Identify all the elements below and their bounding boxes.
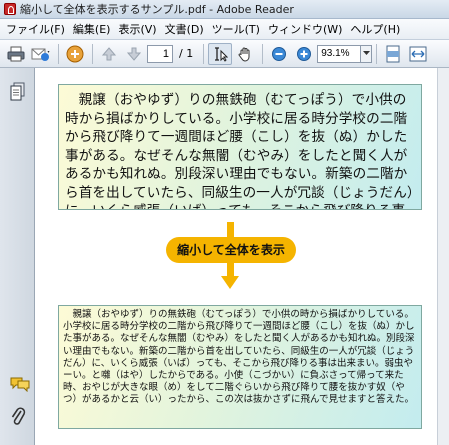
toolbar-separator	[262, 43, 264, 64]
comments-icon[interactable]	[10, 376, 30, 395]
toolbar-separator	[376, 43, 378, 64]
printer-icon[interactable]	[4, 43, 28, 65]
menu-tools[interactable]: ツール(T)	[208, 21, 264, 37]
create-pdf-icon[interactable]	[63, 43, 87, 65]
menu-window[interactable]: ウィンドウ(W)	[264, 21, 346, 37]
zoom-level-input[interactable]	[317, 44, 362, 63]
chevron-down-icon	[362, 51, 370, 55]
vertical-scrollbar[interactable]	[437, 68, 449, 445]
adobe-reader-icon	[4, 3, 16, 15]
page-number-input[interactable]	[147, 44, 173, 63]
text-panel-original: 親譲（おやゆず）りの無鉄砲（むてっぽう）で小供の時から損ばかりしている。小学校に…	[58, 84, 422, 210]
document-text-shrunk: 親譲（おやゆず）りの無鉄砲（むてっぽう）で小供の時から損ばかりしている。小学校に…	[63, 309, 415, 406]
toolbar: / 1	[0, 40, 449, 68]
fit-page-icon[interactable]	[381, 43, 405, 65]
zoom-out-icon[interactable]	[267, 43, 291, 65]
menu-help[interactable]: ヘルプ(H)	[346, 21, 404, 37]
zoom-dropdown-button[interactable]	[361, 44, 373, 63]
window-title: 縮小して全体を表示するサンプル.pdf - Adobe Reader	[20, 3, 294, 16]
document-text-original: 親譲（おやゆず）りの無鉄砲（むてっぽう）で小供の時から損ばかりしている。小学校に…	[65, 92, 414, 209]
callout-label: 縮小して全体を表示	[166, 237, 296, 263]
toolbar-separator	[58, 43, 59, 64]
arrow-up-icon[interactable]	[97, 43, 121, 65]
pages-icon[interactable]	[10, 82, 26, 105]
toolbar-separator	[92, 43, 93, 64]
title-bar: 縮小して全体を表示するサンプル.pdf - Adobe Reader	[0, 0, 449, 19]
fit-width-icon[interactable]	[406, 43, 430, 65]
page-total: / 1	[179, 47, 194, 60]
menu-view[interactable]: 表示(V)	[114, 21, 160, 37]
email-icon[interactable]	[29, 43, 53, 65]
toolbar-separator	[203, 43, 205, 64]
arrow-down-icon[interactable]	[122, 43, 146, 65]
select-text-icon[interactable]	[208, 42, 233, 65]
text-panel-shrunk: 親譲（おやゆず）りの無鉄砲（むてっぽう）で小供の時から損ばかりしている。小学校に…	[58, 305, 422, 429]
menu-bar: ファイル(F) 編集(E) 表示(V) 文書(D) ツール(T) ウィンドウ(W…	[0, 19, 449, 40]
zoom-in-icon[interactable]	[292, 43, 316, 65]
menu-edit[interactable]: 編集(E)	[69, 21, 115, 37]
navigation-sidebar	[0, 68, 35, 445]
menu-document[interactable]: 文書(D)	[161, 21, 208, 37]
hand-icon[interactable]	[233, 43, 257, 65]
attachment-icon[interactable]	[10, 406, 26, 429]
callout-arrow-head	[221, 276, 239, 289]
menu-file[interactable]: ファイル(F)	[2, 21, 69, 37]
